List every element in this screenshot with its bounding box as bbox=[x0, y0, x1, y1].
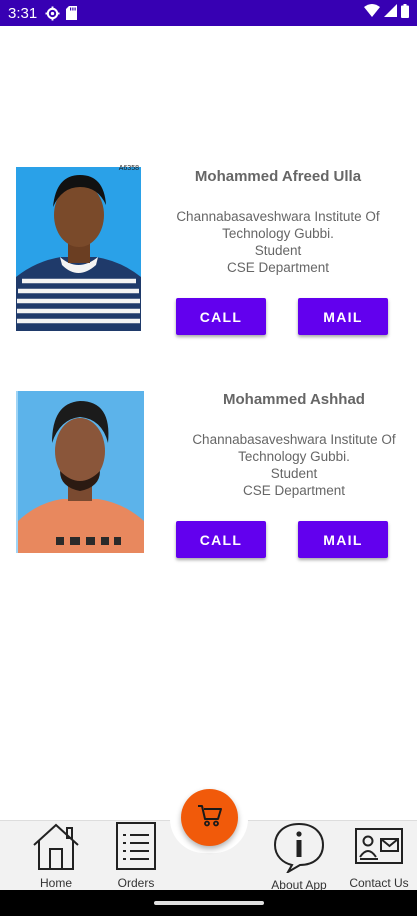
college-name: Channabasaveshwara Institute Of Technolo… bbox=[192, 432, 396, 464]
contact-info: Channabasaveshwara Institute Of Technolo… bbox=[183, 431, 405, 499]
info-icon bbox=[272, 821, 326, 878]
profile-photo-afreed: A6358 bbox=[16, 165, 141, 331]
status-bar: 3:31 bbox=[0, 0, 417, 26]
call-button[interactable]: CALL bbox=[176, 298, 266, 335]
home-icon bbox=[31, 821, 81, 876]
nav-contact-label: Contact Us bbox=[349, 876, 409, 890]
nav-about[interactable]: About App bbox=[264, 821, 334, 892]
nav-contact[interactable]: Contact Us bbox=[344, 821, 414, 890]
sd-card-icon bbox=[66, 6, 78, 20]
photo-tag: A6358 bbox=[118, 165, 139, 172]
home-gesture-handle[interactable] bbox=[154, 901, 264, 905]
nav-home-label: Home bbox=[39, 876, 72, 890]
nav-home[interactable]: Home bbox=[24, 821, 88, 890]
cart-icon bbox=[197, 803, 223, 832]
department-text: CSE Department bbox=[226, 260, 330, 275]
wifi-icon bbox=[364, 4, 380, 22]
department-text: CSE Department bbox=[242, 483, 346, 498]
contact-name: Mohammed Afreed Ulla bbox=[194, 168, 362, 185]
signal-icon bbox=[384, 4, 397, 22]
contact-info: Channabasaveshwara Institute Of Technolo… bbox=[168, 208, 388, 276]
status-right-icons bbox=[364, 3, 409, 23]
mail-button[interactable]: MAIL bbox=[298, 298, 388, 335]
mail-button[interactable]: MAIL bbox=[298, 521, 388, 558]
role-text: Student bbox=[270, 466, 318, 481]
cart-fab[interactable] bbox=[181, 789, 238, 846]
nav-orders[interactable]: Orders bbox=[104, 821, 168, 890]
orders-icon bbox=[115, 821, 157, 876]
battery-icon bbox=[401, 3, 409, 23]
college-name: Channabasaveshwara Institute Of Technolo… bbox=[176, 209, 380, 241]
contact-card-icon bbox=[354, 821, 404, 876]
role-text: Student bbox=[254, 243, 302, 258]
nav-orders-label: Orders bbox=[117, 876, 155, 890]
call-button[interactable]: CALL bbox=[176, 521, 266, 558]
settings-gear-icon bbox=[45, 5, 60, 21]
status-time: 3:31 bbox=[8, 4, 38, 22]
contact-name: Mohammed Ashhad bbox=[223, 391, 365, 408]
profile-photo-ashhad bbox=[16, 391, 144, 553]
